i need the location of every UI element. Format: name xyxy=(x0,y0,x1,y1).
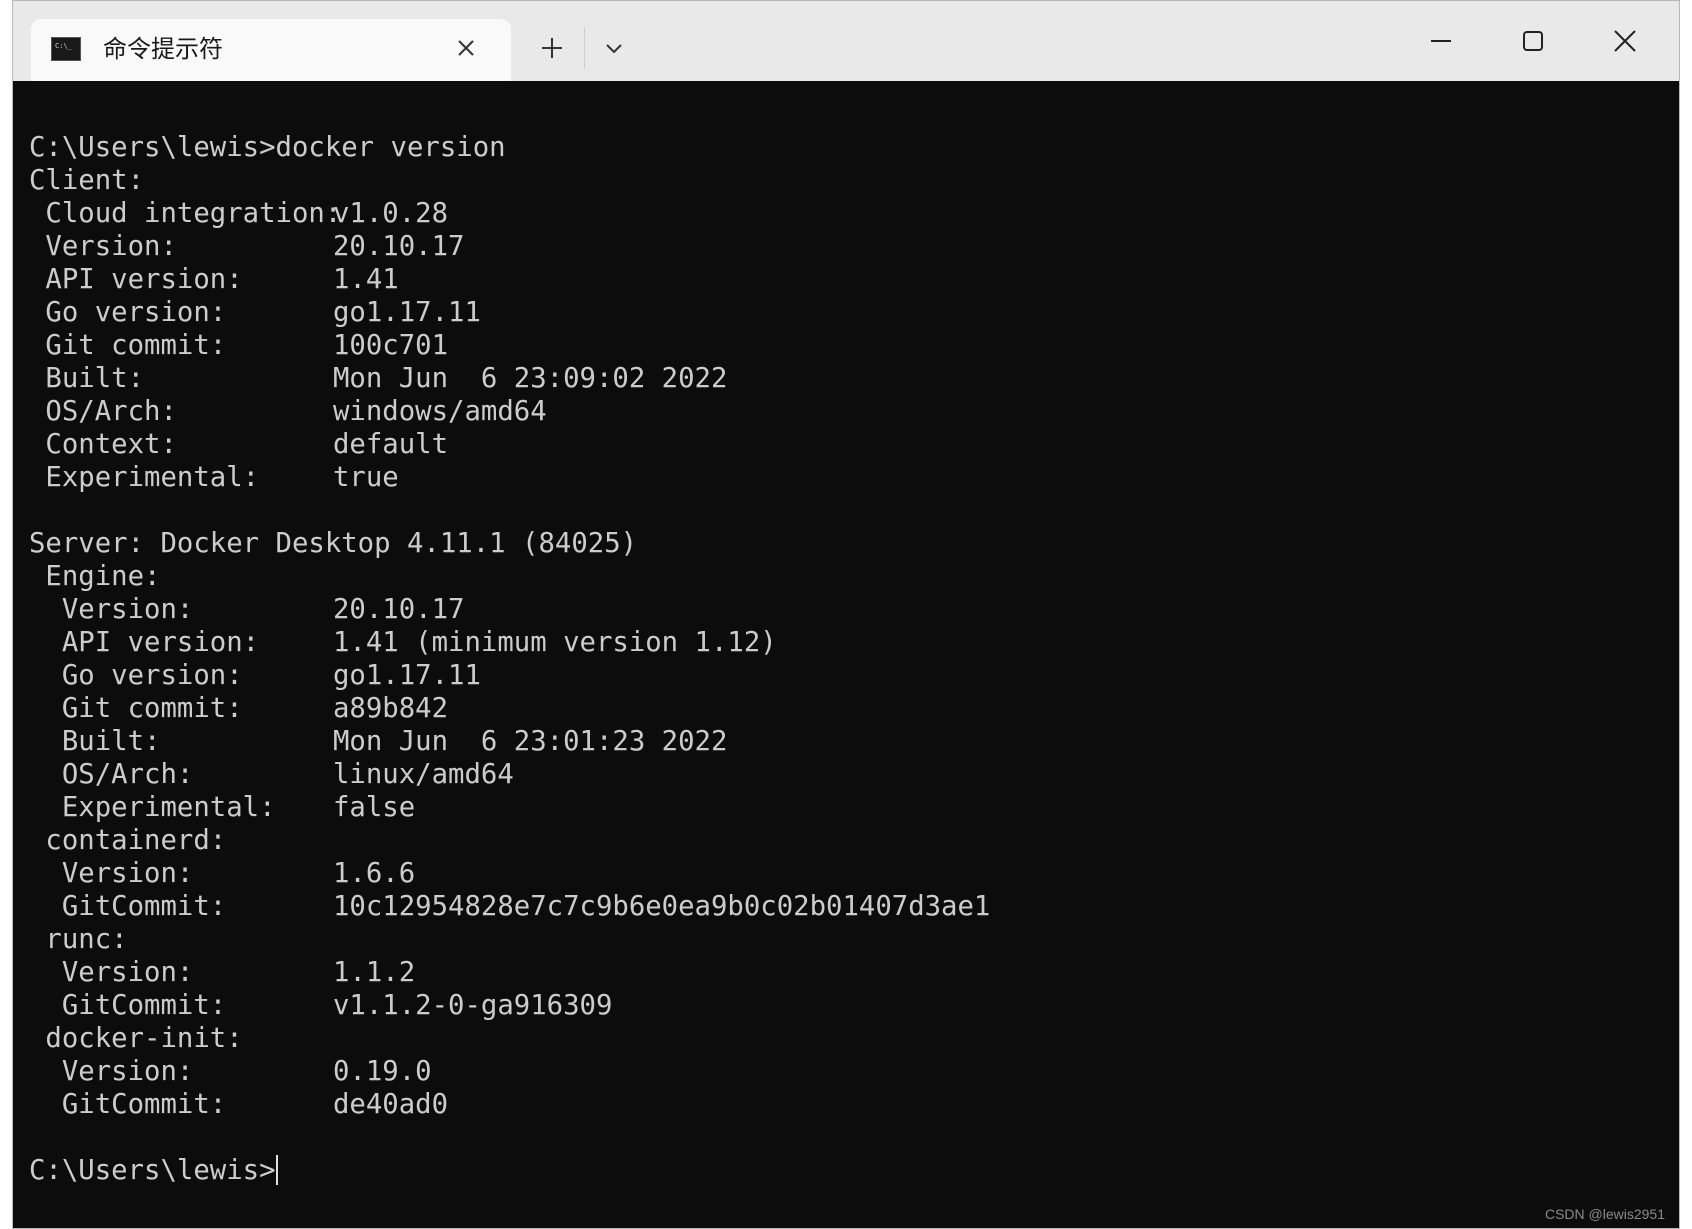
close-icon[interactable] xyxy=(449,31,483,65)
runc-section: Version: 1.1.2 GitCommit: v1.1.2-0-ga91630… xyxy=(29,956,1679,1022)
output-row: Go version: go1.17.11 xyxy=(29,296,1679,329)
output-row: Git commit: a89b842 xyxy=(29,692,1679,725)
terminal-window: C:\_ 命令提示符 C:\Users\lewis>docker version… xyxy=(12,0,1680,1229)
field-value: 0.19.0 xyxy=(333,1056,432,1087)
field-key: Experimental: xyxy=(29,462,260,493)
tab-separator xyxy=(584,27,585,69)
field-key: API version: xyxy=(29,264,243,295)
output-row: Version: 0.19.0 xyxy=(29,1055,1679,1088)
maximize-icon[interactable] xyxy=(1503,19,1563,65)
output-row: GitCommit: 10c12954828e7c7c9b6e0ea9b0c02b… xyxy=(29,890,1679,923)
field-key: Version: xyxy=(29,1056,194,1087)
window-close-icon[interactable] xyxy=(1595,19,1655,65)
field-value: false xyxy=(333,792,416,823)
field-key: GitCommit: xyxy=(29,891,227,922)
field-key: API version: xyxy=(29,627,260,658)
field-key: GitCommit: xyxy=(29,990,227,1021)
client-header: Client: xyxy=(29,165,145,196)
field-value: default xyxy=(333,429,449,460)
output-row: Context: default xyxy=(29,428,1679,461)
field-value: Mon Jun 6 23:01:23 2022 xyxy=(333,726,728,757)
output-row: GitCommit: de40ad0 xyxy=(29,1088,1679,1121)
containerd-header: containerd: xyxy=(29,825,227,856)
prompt-text: C:\Users\lewis> xyxy=(29,1155,276,1186)
field-value: a89b842 xyxy=(333,693,449,724)
field-key: Built: xyxy=(29,363,145,394)
output-row: Experimental: false xyxy=(29,791,1679,824)
engine-section: Version: 20.10.17 API version: 1.41 (minim… xyxy=(29,593,1679,824)
output-row: Experimental: true xyxy=(29,461,1679,494)
docker-init-section: Version: 0.19.0 GitCommit: de40ad0 xyxy=(29,1055,1679,1121)
svg-text:C:\_: C:\_ xyxy=(55,42,73,50)
engine-header: Engine: xyxy=(29,561,161,592)
command-line: C:\Users\lewis>docker version xyxy=(29,132,506,163)
terminal-output[interactable]: C:\Users\lewis>docker version Client: Cl… xyxy=(13,81,1679,1228)
runc-header: runc: xyxy=(29,924,128,955)
field-value: v1.0.28 xyxy=(333,198,449,229)
field-value: linux/amd64 xyxy=(333,759,514,790)
output-row: OS/Arch: windows/amd64 xyxy=(29,395,1679,428)
plus-icon[interactable] xyxy=(533,29,571,67)
chevron-down-icon[interactable] xyxy=(595,29,633,67)
field-value: Mon Jun 6 23:09:02 2022 xyxy=(333,363,728,394)
field-value: de40ad0 xyxy=(333,1089,449,1120)
field-value: true xyxy=(333,462,399,493)
field-value: 20.10.17 xyxy=(333,231,465,262)
field-key: Version: xyxy=(29,858,194,889)
field-value: 1.1.2 xyxy=(333,957,416,988)
field-key: Git commit: xyxy=(29,330,227,361)
server-header: Server: Docker Desktop 4.11.1 (84025) xyxy=(29,528,638,559)
field-key: Experimental: xyxy=(29,792,276,823)
field-key: Go version: xyxy=(29,297,227,328)
field-value: 20.10.17 xyxy=(333,594,465,625)
field-value: go1.17.11 xyxy=(333,297,481,328)
output-row: Git commit: 100c701 xyxy=(29,329,1679,362)
output-row: Go version: go1.17.11 xyxy=(29,659,1679,692)
field-key: GitCommit: xyxy=(29,1089,227,1120)
client-section: Cloud integration:v1.0.28 Version: 20.10.… xyxy=(29,197,1679,494)
output-row: Version: 20.10.17 xyxy=(29,593,1679,626)
field-value: windows/amd64 xyxy=(333,396,547,427)
containerd-section: Version: 1.6.6 GitCommit: 10c12954828e7c7c… xyxy=(29,857,1679,923)
output-row: GitCommit: v1.1.2-0-ga916309 xyxy=(29,989,1679,1022)
output-row: Version: 20.10.17 xyxy=(29,230,1679,263)
field-key: Git commit: xyxy=(29,693,243,724)
field-key: Built: xyxy=(29,726,161,757)
title-bar[interactable]: C:\_ 命令提示符 xyxy=(13,1,1679,81)
field-value: 1.6.6 xyxy=(333,858,416,889)
field-key: OS/Arch: xyxy=(29,396,177,427)
prompt-line[interactable]: C:\Users\lewis> xyxy=(29,1154,1679,1187)
field-key: Version: xyxy=(29,231,177,262)
field-value: 1.41 (minimum version 1.12) xyxy=(333,627,777,658)
cmd-icon: C:\_ xyxy=(51,37,81,61)
output-row: Version: 1.1.2 xyxy=(29,956,1679,989)
field-value: 1.41 xyxy=(333,264,399,295)
docker-init-header: docker-init: xyxy=(29,1023,243,1054)
watermark: CSDN @lewis2951 xyxy=(1544,1206,1665,1222)
minimize-icon[interactable] xyxy=(1411,19,1471,65)
output-row: Version: 1.6.6 xyxy=(29,857,1679,890)
output-row: API version: 1.41 (minimum version 1.12) xyxy=(29,626,1679,659)
text-cursor xyxy=(275,1155,278,1185)
field-key: Version: xyxy=(29,594,194,625)
tab-title: 命令提示符 xyxy=(103,35,223,63)
output-row: Built: Mon Jun 6 23:09:02 2022 xyxy=(29,362,1679,395)
field-key: Cloud integration: xyxy=(29,198,342,229)
output-row: Built: Mon Jun 6 23:01:23 2022 xyxy=(29,725,1679,758)
field-value: go1.17.11 xyxy=(333,660,481,691)
field-value: 100c701 xyxy=(333,330,449,361)
output-row: Cloud integration:v1.0.28 xyxy=(29,197,1679,230)
field-value: 10c12954828e7c7c9b6e0ea9b0c02b01407d3ae1 xyxy=(333,891,991,922)
field-key: Go version: xyxy=(29,660,243,691)
output-row: API version: 1.41 xyxy=(29,263,1679,296)
tab-command-prompt[interactable]: C:\_ 命令提示符 xyxy=(31,19,511,81)
field-value: v1.1.2-0-ga916309 xyxy=(333,990,613,1021)
output-row: OS/Arch: linux/amd64 xyxy=(29,758,1679,791)
field-key: OS/Arch: xyxy=(29,759,194,790)
field-key: Context: xyxy=(29,429,177,460)
field-key: Version: xyxy=(29,957,194,988)
